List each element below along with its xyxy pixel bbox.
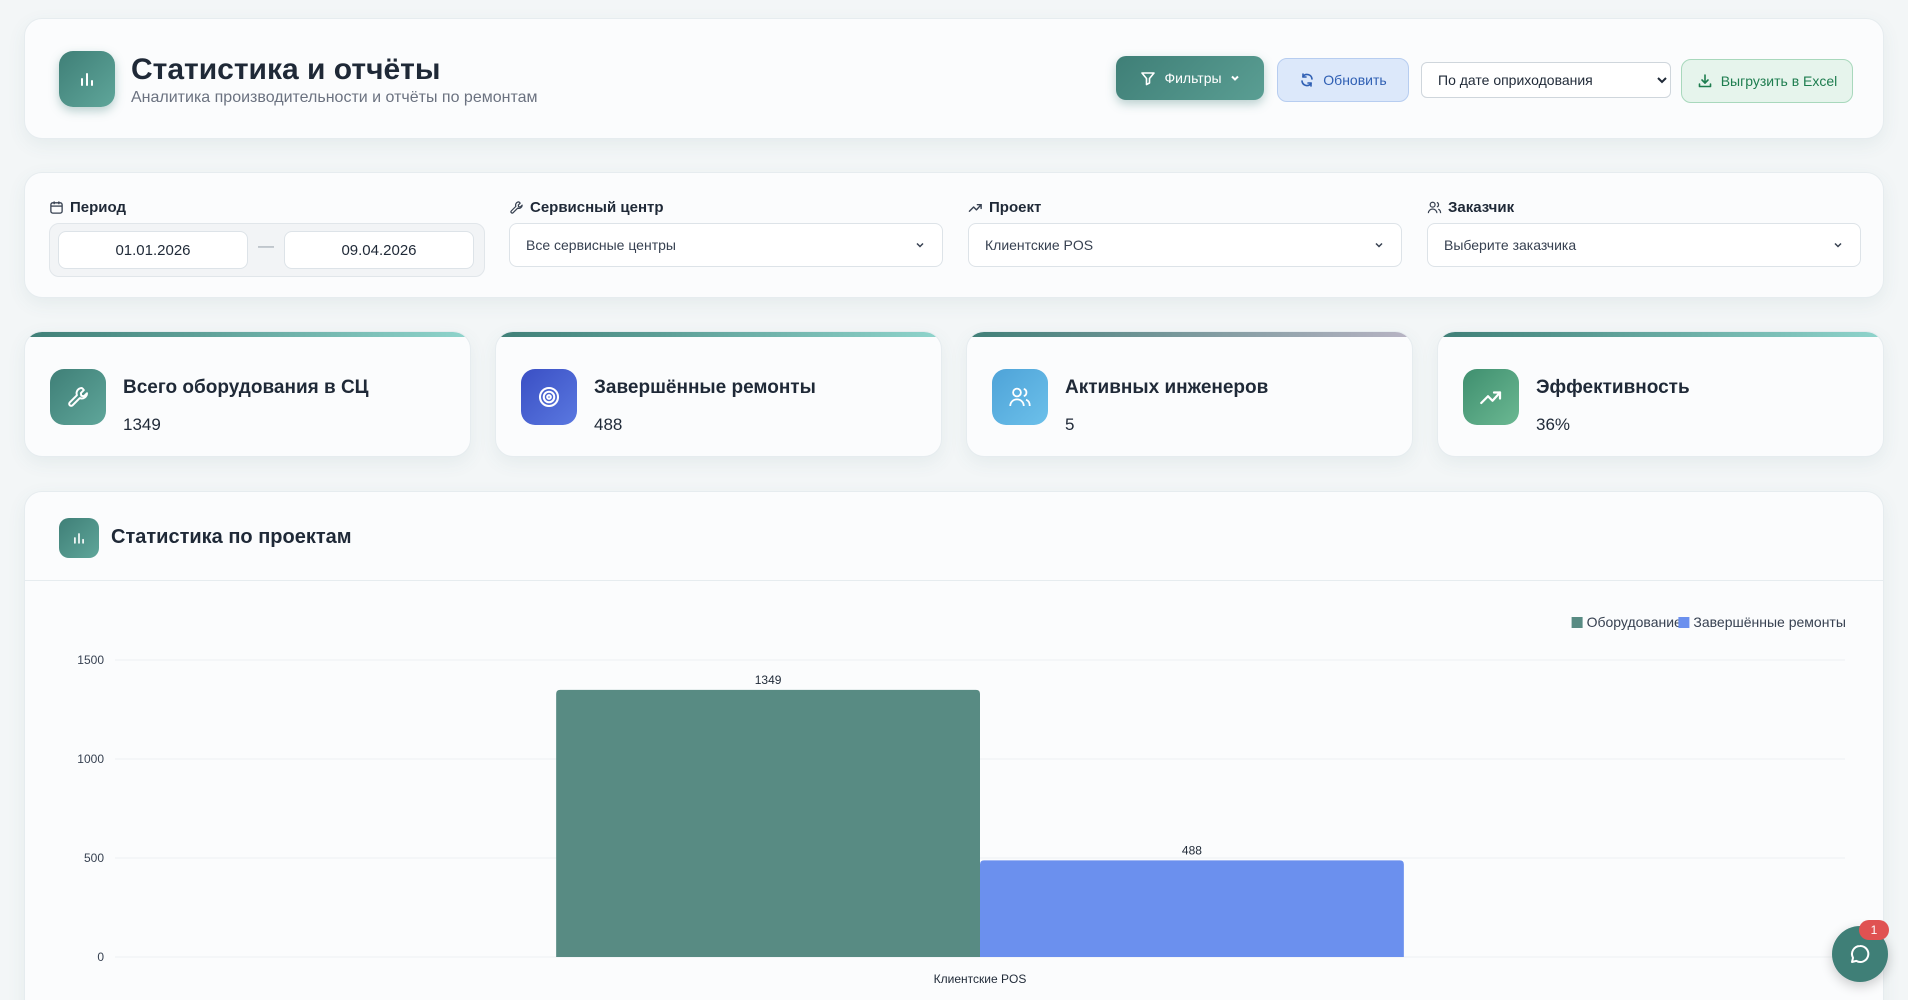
stat-card-efficiency: Эффективность 36% — [1437, 331, 1884, 457]
stat-card-repairs: Завершённые ремонты 488 — [495, 331, 942, 457]
download-icon — [1698, 74, 1712, 88]
stat-title: Завершённые ремонты — [594, 377, 816, 398]
date-separator: — — [258, 238, 274, 255]
refresh-label: Обновить — [1323, 72, 1387, 88]
chevron-down-icon — [1230, 75, 1239, 81]
project-label: Проект — [968, 199, 1041, 216]
stat-topbar — [496, 332, 941, 337]
target-icon — [521, 369, 577, 425]
stat-title: Всего оборудования в СЦ — [123, 377, 369, 398]
refresh-icon — [1301, 73, 1314, 87]
period-range: 01.01.2026 — 09.04.2026 — [49, 223, 485, 277]
stat-title: Активных инженеров — [1065, 377, 1269, 398]
customer-value: Выберите заказчика — [1444, 237, 1577, 253]
service-center-select[interactable]: Все сервисные центры — [509, 223, 943, 267]
customer-select[interactable]: Выберите заказчика — [1427, 223, 1861, 267]
bar-chart: 0 500 1000 1500 1349 488 Клиентские POS Оборудо… — [77, 614, 1846, 986]
chat-icon — [1851, 944, 1870, 963]
project-select[interactable]: Клиентские POS — [968, 223, 1402, 267]
refresh-button[interactable]: Обновить — [1277, 58, 1409, 102]
bar — [556, 689, 980, 957]
filters-button[interactable]: Фильтры — [1116, 56, 1264, 100]
wrench-icon — [50, 369, 106, 425]
filter-icon — [1141, 72, 1156, 86]
bar-value-label: 488 — [1182, 843, 1202, 857]
header-card: Статистика и отчёты Аналитика производит… — [24, 18, 1884, 139]
bar-value-label: 1349 — [755, 673, 782, 687]
stat-topbar — [25, 332, 470, 337]
stat-value: 488 — [594, 415, 623, 434]
legend-swatch — [1678, 617, 1690, 628]
legend-label: Оборудование — [1587, 614, 1682, 630]
x-tick-label: Клиентские POS — [934, 972, 1027, 986]
y-tick-label: 1500 — [77, 653, 104, 667]
chevron-down-icon — [916, 242, 924, 248]
page-subtitle: Аналитика производительности и отчёты по… — [131, 89, 538, 106]
notification-badge: 1 — [1859, 920, 1889, 940]
service-center-value: Все сервисные центры — [526, 237, 676, 253]
stat-value: 36% — [1536, 415, 1571, 434]
date-from-input[interactable]: 01.01.2026 — [58, 231, 248, 269]
chevron-down-icon — [1375, 242, 1383, 248]
service-center-label: Сервисный центр — [509, 199, 664, 216]
bar — [980, 860, 1404, 957]
y-tick-label: 1000 — [77, 752, 104, 766]
export-label: Выгрузить в Excel — [1720, 73, 1838, 89]
legend-swatch — [1571, 617, 1583, 628]
customer-label: Заказчик — [1427, 199, 1514, 216]
filters-card: Период 01.01.2026 — 09.04.2026 Сервисный… — [24, 172, 1884, 298]
period-label: Период — [49, 199, 126, 216]
users-icon — [992, 369, 1048, 425]
export-excel-button[interactable]: Выгрузить в Excel — [1681, 59, 1853, 103]
chevron-down-icon — [1834, 242, 1842, 248]
date-to-input[interactable]: 09.04.2026 — [284, 231, 474, 269]
stat-card-equipment: Всего оборудования в СЦ 1349 — [24, 331, 471, 457]
y-tick-label: 500 — [84, 851, 104, 865]
stat-card-engineers: Активных инженеров 5 — [966, 331, 1413, 457]
project-stats-card: Статистика по проектам 0 500 1000 1500 1349 4… — [24, 491, 1884, 1000]
calendar-icon — [50, 201, 63, 214]
y-tick-label: 0 — [97, 950, 104, 964]
stat-value: 5 — [1065, 415, 1075, 434]
stat-topbar — [1438, 332, 1883, 337]
users-icon — [1427, 201, 1442, 214]
chart-logo-icon — [59, 51, 115, 107]
stat-topbar — [967, 332, 1412, 337]
filters-label: Фильтры — [1164, 70, 1222, 86]
trend-up-icon — [968, 203, 982, 212]
stat-value: 1349 — [123, 415, 161, 434]
project-value: Клиентские POS — [985, 237, 1094, 253]
page-title: Статистика и отчёты — [131, 53, 441, 86]
stat-title: Эффективность — [1536, 377, 1690, 398]
wrench-icon — [510, 201, 523, 214]
sort-select[interactable]: По дате оприходования — [1421, 62, 1671, 98]
legend-label: Завершённые ремонты — [1693, 614, 1846, 630]
trend-up-icon — [1463, 369, 1519, 425]
